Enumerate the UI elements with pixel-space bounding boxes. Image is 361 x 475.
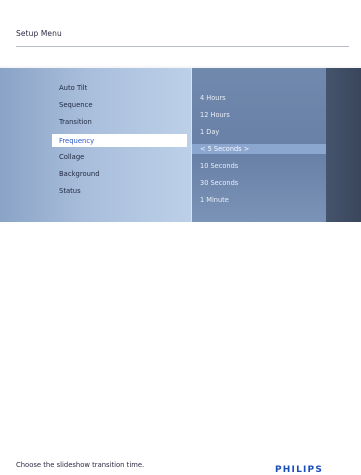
preview-panel [326, 68, 361, 222]
title-divider [16, 46, 349, 47]
menu-item-auto-tilt[interactable]: Auto Tilt [59, 84, 87, 92]
option-4-hours[interactable]: 4 Hours [200, 94, 226, 102]
option-10-seconds[interactable]: 10 Seconds [200, 162, 238, 170]
menu-item-sequence[interactable]: Sequence [59, 101, 93, 109]
option-5-seconds-selected[interactable]: < 5 Seconds > [192, 144, 326, 154]
footer: Choose the slideshow transition time. PH… [0, 222, 361, 475]
menu-item-collage[interactable]: Collage [59, 153, 84, 161]
page-title: Setup Menu [16, 29, 62, 38]
option-30-seconds[interactable]: 30 Seconds [200, 179, 238, 187]
menu-item-transition[interactable]: Transition [59, 118, 92, 126]
help-text: Choose the slideshow transition time. [16, 461, 145, 469]
menu-item-background[interactable]: Background [59, 170, 100, 178]
header: Setup Menu [0, 0, 361, 66]
option-12-hours[interactable]: 12 Hours [200, 111, 230, 119]
option-1-day[interactable]: 1 Day [200, 128, 219, 136]
menu-item-frequency-selected[interactable]: Frequency [52, 134, 187, 147]
option-1-minute[interactable]: 1 Minute [200, 196, 229, 204]
menu-item-status[interactable]: Status [59, 187, 81, 195]
brand-logo: PHILIPS [275, 465, 324, 475]
